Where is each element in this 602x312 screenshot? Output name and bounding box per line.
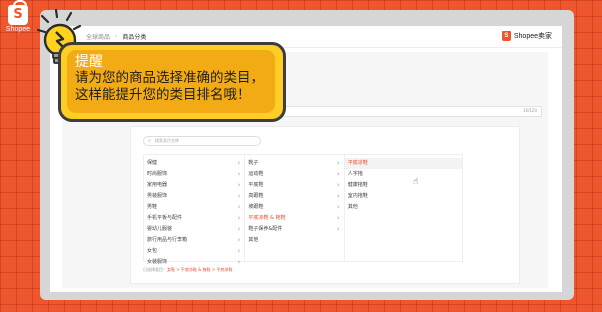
category-item[interactable]: 高跟鞋 › (245, 191, 343, 202)
category-column-1: 保健 › 时尚服饰 › 家用电器 › 男装服饰 › 男鞋 › 手机平板与配件 › 婴幼儿服装 › 旅行用品与… (144, 155, 246, 266)
chevron-right-icon: › (237, 192, 241, 200)
category-search-input[interactable]: ⌕ 搜索类目名称 (143, 136, 261, 146)
category-item-label: 平底凉鞋 & 拖鞋 (248, 215, 286, 221)
chevron-right-icon: › (237, 236, 241, 244)
category-item-label: 室内拖鞋 (347, 193, 368, 199)
chevron-right-icon: › (237, 225, 241, 233)
brand-name: Shopee卖家 (513, 33, 552, 40)
category-item-label: 男装服饰 (147, 193, 168, 199)
category-item[interactable]: 婴幼儿服装 › (144, 224, 244, 235)
seller-brand[interactable]: S Shopee卖家 (501, 31, 552, 41)
category-panel: ⌕ 搜索类目名称 保健 › 时尚服饰 › 家用电器 › 男装服饰 › 男鞋 › 手机平板与配件 › 婴幼… (130, 126, 520, 284)
category-item-label: 旅行用品与行李箱 (147, 237, 188, 243)
chevron-right-icon: › (237, 170, 241, 178)
category-item-label: 人字拖 (347, 171, 363, 177)
chevron-right-icon: › (237, 203, 241, 211)
category-item[interactable]: 运动鞋 › (245, 169, 343, 180)
category-item[interactable]: 家用电器 › (144, 180, 244, 191)
chevron-right-icon: › (336, 170, 340, 178)
breadcrumb-separator: › (115, 33, 118, 40)
category-item-label: 其他 (347, 204, 358, 210)
category-item-label: 鞋子保养&配件 (248, 226, 283, 232)
tip-title: 提醒 (75, 54, 103, 70)
category-item-label: 高跟鞋 (248, 193, 264, 199)
category-item[interactable]: 人字拖 (345, 169, 462, 180)
tip-line-2: 这样能提升您的类目排名哦！ (75, 87, 251, 103)
tip-body: 请为您的商品选择准确的类目， 这样能提升您的类目排名哦！ (75, 70, 275, 104)
shopee-bag-icon: S (8, 0, 28, 25)
category-item-label: 坡跟鞋 (248, 204, 264, 210)
selected-category-path: 已选择类目：女鞋 > 平底凉鞋 & 拖鞋 > 平底凉鞋 (143, 267, 233, 272)
category-item[interactable]: 室内拖鞋 (345, 191, 462, 202)
chevron-right-icon: › (237, 159, 241, 167)
category-item[interactable]: 坡跟鞋 › (245, 202, 343, 213)
chevron-right-icon: › (237, 258, 241, 266)
chevron-right-icon: › (336, 159, 340, 167)
category-item-label: 家用电器 (147, 182, 168, 188)
category-item-label: 保健 (147, 160, 158, 166)
chevron-right-icon: › (336, 225, 340, 233)
chevron-right-icon: › (336, 214, 340, 222)
category-item-label: 运动鞋 (248, 171, 264, 177)
category-item[interactable]: 鞋子保养&配件 › (245, 224, 343, 235)
category-item-label: 平底鞋 (248, 182, 264, 188)
category-item-label: 靴子 (248, 160, 259, 166)
category-item[interactable]: 男装服饰 › (144, 191, 244, 202)
category-item-label: 婴幼儿服装 (147, 226, 173, 232)
chevron-right-icon: › (336, 181, 340, 189)
shopee-corner-text: Shopee (5, 26, 31, 33)
hand-pointer-icon: ☝ (413, 177, 419, 187)
breadcrumb-current: 商品分类 (122, 34, 147, 41)
category-column-3: 平底凉鞋人字拖健康拖鞋室内拖鞋其他 (344, 155, 462, 261)
category-item-label: 女包 (147, 248, 158, 254)
breadcrumb-parent[interactable]: 全球商品 (86, 32, 110, 41)
chevron-right-icon: › (336, 192, 340, 200)
category-column-2: 靴子 › 运动鞋 › 平底鞋 › 高跟鞋 › 坡跟鞋 › 平底凉鞋 & 拖鞋 › 鞋子保养&配件 › 其他 (245, 155, 345, 261)
shopee-corner-logo: S Shopee (5, 0, 31, 33)
category-item[interactable]: 时尚服饰 › (144, 169, 244, 180)
tip-line-1: 请为您的商品选择准确的类目， (75, 70, 264, 86)
category-item-label: 女装服饰 (147, 259, 168, 265)
category-item-label: 时尚服饰 (147, 171, 168, 177)
category-item[interactable]: 平底凉鞋 & 拖鞋 › (245, 213, 343, 224)
category-item-label: 健康拖鞋 (347, 182, 368, 188)
category-item[interactable]: 靴子 › (245, 158, 343, 169)
category-item[interactable]: 女包 › (144, 246, 244, 257)
chevron-right-icon: › (237, 181, 241, 189)
chevron-right-icon: › (336, 203, 340, 211)
category-item-label: 男鞋 (147, 204, 158, 210)
selected-category-value: 女鞋 > 平底凉鞋 & 拖鞋 > 平底凉鞋 (167, 267, 233, 272)
chevron-right-icon: › (237, 247, 241, 255)
search-icon: ⌕ (148, 138, 151, 144)
category-columns: 保健 › 时尚服饰 › 家用电器 › 男装服饰 › 男鞋 › 手机平板与配件 › 婴幼儿服装 › 旅行用品与… (143, 154, 463, 266)
category-item[interactable]: 其他 (345, 202, 462, 213)
tip-bubble: 提醒 请为您的商品选择准确的类目， 这样能提升您的类目排名哦！ (58, 42, 286, 122)
category-item-label: 平底凉鞋 (347, 160, 368, 166)
char-counter: 16/120 (522, 108, 537, 113)
category-item[interactable]: 手机平板与配件 › (144, 213, 244, 224)
category-item[interactable]: 男鞋 › (144, 202, 244, 213)
category-item[interactable]: 平底凉鞋 (344, 158, 462, 169)
chevron-right-icon: › (237, 214, 241, 222)
shopee-brand-icon: S (501, 31, 511, 41)
category-item-label: 手机平板与配件 (147, 215, 183, 221)
category-item[interactable]: 旅行用品与行李箱 › (144, 235, 244, 246)
search-placeholder: 搜索类目名称 (155, 138, 179, 143)
category-item[interactable]: 其他 (245, 235, 343, 246)
category-item[interactable]: 保健 › (144, 158, 244, 169)
category-item[interactable]: 健康拖鞋 (345, 180, 462, 191)
category-item[interactable]: 平底鞋 › (245, 180, 343, 191)
category-item-label: 其他 (248, 237, 259, 243)
